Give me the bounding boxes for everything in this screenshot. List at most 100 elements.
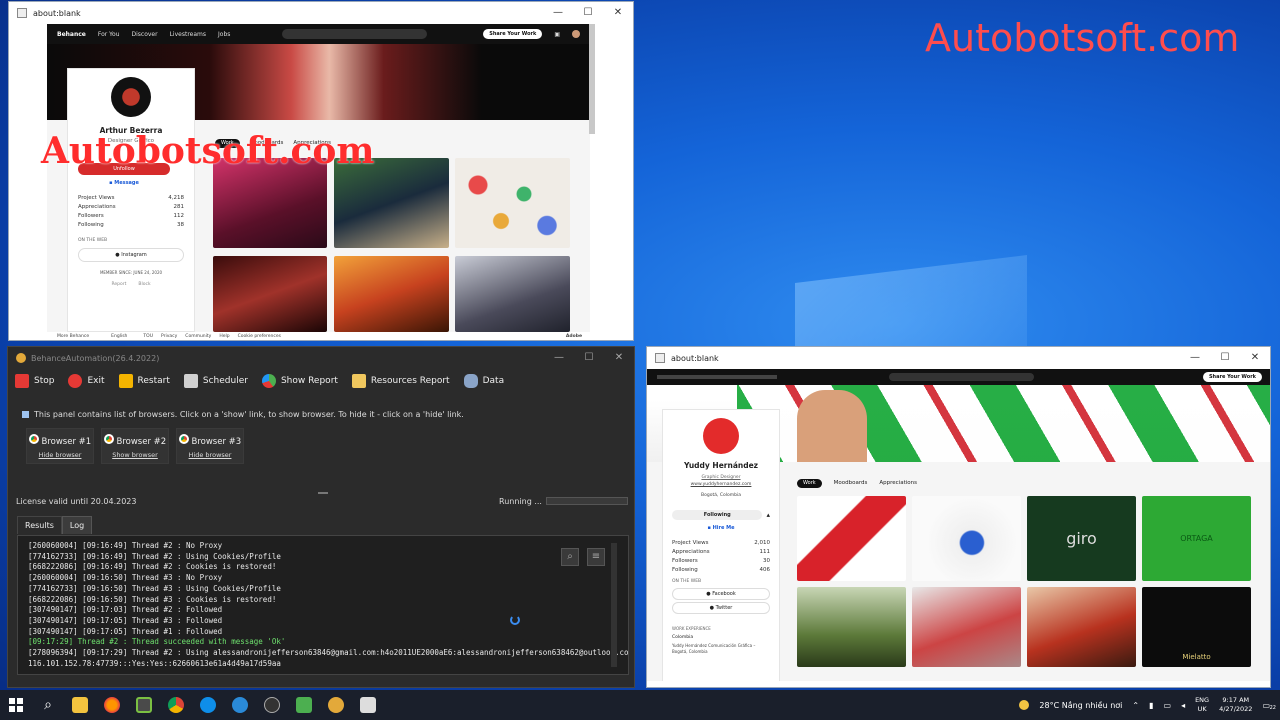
project-thumb[interactable] (1027, 587, 1136, 667)
nav-for-you[interactable]: For You (98, 31, 120, 38)
start-button[interactable] (0, 690, 32, 720)
bell-icon[interactable]: ▴ (766, 511, 770, 519)
tab-work[interactable]: Work (797, 479, 822, 488)
log-scrollbar[interactable] (611, 543, 617, 667)
splitter-handle[interactable] (318, 492, 328, 494)
instagram-link[interactable]: ● Instagram (78, 248, 184, 262)
project-thumb[interactable] (912, 496, 1021, 581)
minimize-icon[interactable]: — (1180, 347, 1210, 369)
teamviewer-button[interactable] (192, 690, 224, 720)
log-panel[interactable]: [260060004] [09:16:49] Thread #2 : No Pr… (17, 535, 629, 675)
close-icon[interactable]: ✕ (604, 347, 634, 369)
microphone-icon[interactable]: ▮ (1149, 701, 1153, 710)
search-input[interactable] (282, 29, 428, 39)
project-thumb[interactable] (455, 256, 570, 332)
facebook-link[interactable]: ● Facebook (672, 588, 770, 600)
tab-results[interactable]: Results (17, 516, 62, 534)
tab-log[interactable]: Log (61, 516, 93, 534)
nav-livestreams[interactable]: Livestreams (170, 31, 206, 38)
info-icon (22, 411, 29, 418)
automation-titlebar[interactable]: BehanceAutomation(26.4.2022) — ☐ ✕ (8, 347, 634, 369)
nav-discover[interactable]: Discover (132, 31, 158, 38)
weather-icon (1019, 700, 1030, 710)
maximize-icon[interactable]: ☐ (573, 2, 603, 24)
project-thumb[interactable]: Mielatto (1142, 587, 1251, 667)
stop-button[interactable]: Stop (15, 374, 54, 388)
avatar[interactable] (572, 30, 580, 38)
project-thumb[interactable] (797, 587, 906, 667)
project-thumb[interactable] (213, 256, 327, 332)
show-report-button[interactable]: Show Report (261, 374, 338, 388)
twitter-link[interactable]: ● Twitter (672, 602, 770, 614)
notification-icon[interactable]: ▭ 22 (1262, 701, 1276, 711)
project-thumb[interactable] (797, 496, 906, 581)
log-menu-icon[interactable]: ≡ (587, 548, 605, 566)
nav-jobs[interactable]: Jobs (218, 31, 230, 38)
tab-appreciations[interactable]: Appreciations (879, 479, 917, 488)
bell-icon[interactable]: ▣ (554, 31, 560, 38)
chrome-button[interactable] (160, 690, 192, 720)
chevron-up-icon[interactable]: ⌃ (1132, 701, 1139, 710)
data-button[interactable]: Data (463, 374, 504, 388)
share-work-button[interactable]: Share Your Work (483, 29, 543, 39)
hire-me-button[interactable]: ▪ Hire Me (672, 522, 770, 534)
show-browser-link[interactable]: Show browser (112, 451, 158, 459)
project-thumb[interactable] (334, 256, 449, 332)
footer-link-tou[interactable]: TOU (143, 334, 153, 339)
maximize-icon[interactable]: ☐ (1210, 347, 1240, 369)
app-blue-button[interactable] (224, 690, 256, 720)
profile-site[interactable]: www.yuddyhernandez.com (672, 482, 770, 487)
network-icon[interactable]: ▭ (1164, 701, 1172, 710)
minimize-icon[interactable]: — (543, 2, 573, 24)
search-input[interactable] (889, 373, 1034, 381)
hide-browser-link[interactable]: Hide browser (39, 451, 82, 459)
hide-browser-link[interactable]: Hide browser (189, 451, 232, 459)
following-button[interactable]: Following (672, 510, 763, 520)
project-thumb[interactable] (455, 158, 570, 248)
folder-icon (72, 697, 88, 713)
weather-text[interactable]: 28°C Nắng nhiều nơi (1039, 701, 1122, 710)
footer-link-community[interactable]: Community (185, 334, 211, 339)
log-search-icon[interactable]: ⌕ (561, 548, 579, 566)
app-button[interactable] (128, 690, 160, 720)
resources-report-button[interactable]: Resources Report (351, 374, 450, 388)
close-icon[interactable]: ✕ (603, 2, 633, 24)
volume-icon[interactable]: ◂ (1181, 701, 1185, 710)
behance-automation-button[interactable] (320, 690, 352, 720)
file-explorer-button[interactable] (64, 690, 96, 720)
app-dark-button[interactable] (256, 690, 288, 720)
project-thumb[interactable] (912, 587, 1021, 667)
more-behance-link[interactable]: More Behance (57, 334, 89, 339)
report-link[interactable]: Report (111, 282, 126, 287)
firefox-button[interactable] (96, 690, 128, 720)
project-thumb[interactable]: ORTAGA (1142, 496, 1251, 581)
editor-button[interactable] (288, 690, 320, 720)
close-icon[interactable]: ✕ (1240, 347, 1270, 369)
bottom-window-titlebar[interactable]: about:blank — ☐ ✕ (647, 347, 1270, 369)
footer-link-help[interactable]: Help (219, 334, 229, 339)
stat-row: Appreciations 111 (672, 549, 770, 555)
minimize-icon[interactable]: — (544, 347, 574, 369)
log-line: [307490147] [09:17:03] Thread #2 : Follo… (28, 605, 223, 615)
log-line: [278096394] [09:17:29] Thread #2 : Using… (28, 648, 629, 658)
search-button[interactable]: ⌕ (32, 690, 64, 720)
scheduler-button[interactable]: Scheduler (183, 374, 248, 388)
page-footer (647, 681, 1270, 687)
exit-button[interactable]: Exit (68, 374, 105, 388)
tab-moodboards[interactable]: Moodboards (834, 479, 868, 488)
message-button[interactable]: ▪ Message (78, 177, 170, 189)
footer-link-privacy[interactable]: Privacy (161, 334, 177, 339)
language-indicator[interactable]: ENG UK (1195, 696, 1209, 714)
language-select[interactable]: English (111, 334, 127, 339)
maximize-icon[interactable]: ☐ (574, 347, 604, 369)
window-button[interactable] (352, 690, 384, 720)
block-link[interactable]: Block (138, 282, 150, 287)
project-thumb[interactable]: giro (1027, 496, 1136, 581)
behance-logo[interactable]: Behance (57, 31, 86, 38)
restart-button[interactable]: Restart (118, 374, 170, 388)
footer-link-cookies[interactable]: Cookie preferences (238, 334, 281, 339)
top-window-titlebar[interactable]: about:blank — ☐ ✕ (9, 2, 633, 24)
scrollbar[interactable] (589, 24, 595, 134)
share-work-button[interactable]: Share Your Work (1202, 372, 1262, 382)
clock[interactable]: 9:17 AM 4/27/2022 (1219, 696, 1252, 714)
